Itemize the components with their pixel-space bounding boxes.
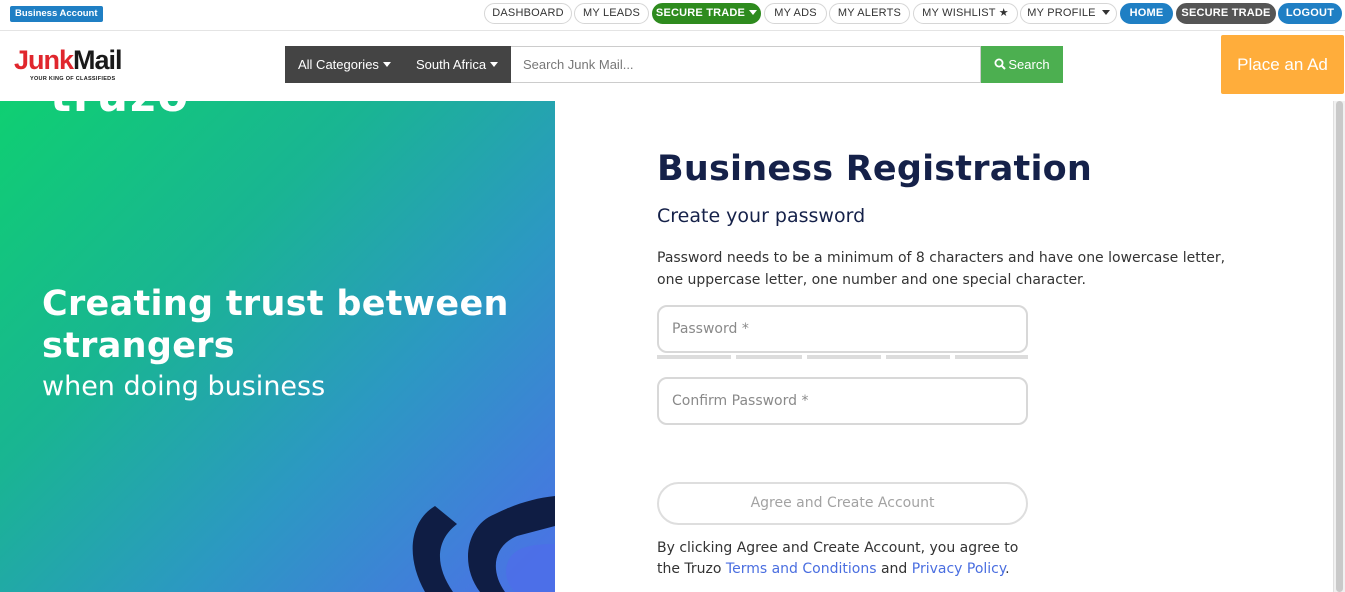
nav-my-leads[interactable]: MY LEADS — [574, 3, 649, 24]
chevron-down-icon — [1101, 9, 1110, 15]
nav-home-label: HOME — [1129, 7, 1164, 19]
page-title: Business Registration — [657, 149, 1093, 189]
search-button-label: Search — [1008, 57, 1050, 72]
nav-logout-label: LOGOUT — [1285, 7, 1335, 19]
strength-segment — [886, 355, 950, 359]
search-button[interactable]: Search — [981, 46, 1063, 83]
nav-my-wishlist[interactable]: MY WISHLIST ★ — [913, 3, 1018, 24]
junkmail-logo[interactable]: JunkMail YOUR KING OF CLASSIFIEDS — [14, 45, 139, 85]
search-icon — [994, 58, 1007, 70]
nav-my-ads[interactable]: MY ADS — [764, 3, 827, 24]
logo-junk: Junk — [14, 45, 74, 75]
truzo-logo: truzo — [50, 101, 190, 122]
password-input[interactable] — [659, 307, 1026, 351]
strength-segment — [807, 355, 881, 359]
nav-my-wishlist-label: MY WISHLIST — [922, 7, 996, 19]
nav-home[interactable]: HOME — [1120, 3, 1173, 24]
registration-panel: Business Registration Create your passwo… — [555, 101, 1333, 592]
confirm-password-input[interactable] — [659, 379, 1026, 423]
agree-create-account-button[interactable]: Agree and Create Account — [657, 482, 1028, 525]
terms-notice: By clicking Agree and Create Account, yo… — [657, 538, 1037, 580]
top-bar: Business Account DASHBOARD MY LEADS SECU… — [0, 0, 1345, 31]
logo-tagline: YOUR KING OF CLASSIFIEDS — [30, 76, 116, 82]
nav-secure-trade[interactable]: SECURE TRADE — [1176, 3, 1276, 24]
password-strength-meter — [657, 355, 1028, 359]
logo-wordmark: JunkMail — [14, 45, 123, 75]
nav-my-alerts-label: MY ALERTS — [837, 7, 902, 19]
nav-my-alerts[interactable]: MY ALERTS — [829, 3, 910, 24]
hero-panel: truzo Creating trust between strangers w… — [0, 101, 555, 592]
nav-my-profile-label: MY PROFILE — [1027, 7, 1096, 19]
confirm-password-field — [657, 377, 1028, 425]
nav-my-profile-dropdown[interactable]: MY PROFILE — [1020, 3, 1117, 24]
star-icon: ★ — [998, 7, 1009, 19]
strength-segment — [955, 355, 1028, 359]
nav-dashboard-label: DASHBOARD — [492, 7, 564, 19]
logo-mail: Mail — [73, 45, 123, 75]
region-dropdown[interactable]: South Africa — [403, 46, 511, 83]
strength-segment — [657, 355, 731, 359]
nav-my-ads-label: MY ADS — [774, 7, 817, 19]
hero-headline: Creating trust between strangers — [42, 284, 509, 366]
nav-my-leads-label: MY LEADS — [582, 7, 641, 19]
region-label: South Africa — [416, 57, 487, 72]
category-dropdown[interactable]: All Categories — [285, 46, 403, 83]
site-header: JunkMail YOUR KING OF CLASSIFIEDS All Ca… — [0, 31, 1345, 101]
truzo-mark-icon — [412, 496, 555, 592]
nav-secure-trade-label: SECURE TRADE — [655, 7, 746, 19]
hero-subheadline: when doing business — [42, 371, 326, 402]
chevron-down-icon — [749, 9, 758, 15]
strength-segment — [736, 355, 802, 359]
nav-secure-trade-label-2: SECURE TRADE — [1181, 7, 1271, 19]
password-requirements: Password needs to be a minimum of 8 char… — [657, 250, 1226, 288]
search-input[interactable] — [511, 46, 981, 83]
nav-logout[interactable]: LOGOUT — [1278, 3, 1342, 24]
nav-secure-trade-dropdown[interactable]: SECURE TRADE — [652, 3, 761, 24]
password-field — [657, 305, 1028, 353]
form-subtitle: Create your password — [657, 205, 866, 227]
terms-and: and — [876, 561, 912, 577]
nav-dashboard[interactable]: DASHBOARD — [484, 3, 572, 24]
scroll-thumb[interactable] — [1336, 101, 1343, 592]
page-scrollbar[interactable] — [1333, 101, 1345, 592]
category-label: All Categories — [298, 57, 379, 72]
privacy-link[interactable]: Privacy Policy — [912, 561, 1005, 577]
business-account-badge[interactable]: Business Account — [10, 6, 103, 22]
chevron-down-icon — [382, 62, 391, 68]
place-an-ad-button[interactable]: Place an Ad — [1221, 35, 1344, 94]
chevron-down-icon — [490, 62, 499, 68]
terms-suffix: . — [1005, 561, 1010, 577]
terms-link[interactable]: Terms and Conditions — [726, 561, 877, 577]
